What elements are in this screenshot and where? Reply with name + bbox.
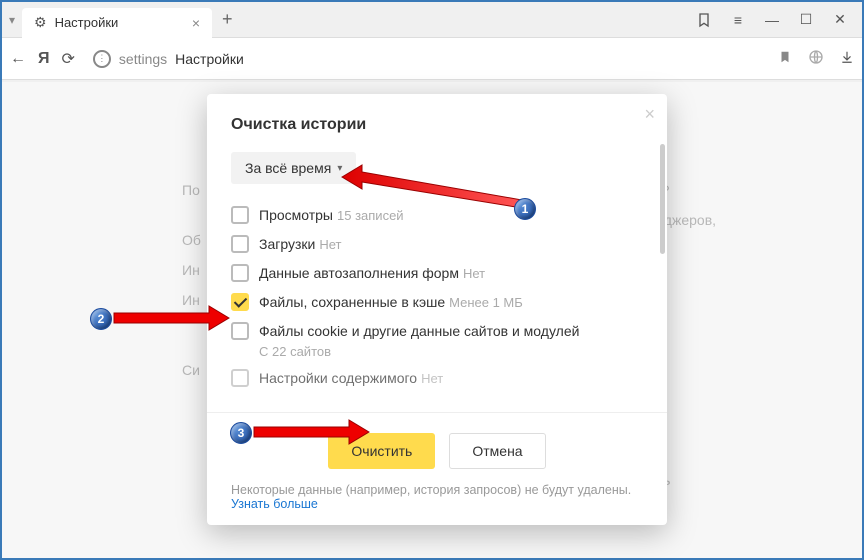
clear-button[interactable]: Очистить xyxy=(328,433,435,469)
option-views[interactable]: Просмотры15 записей xyxy=(231,206,633,225)
bg-text: Ин xyxy=(182,262,200,278)
address-text-2: Настройки xyxy=(175,51,244,67)
yandex-home-button[interactable]: Я xyxy=(38,50,50,68)
checkbox[interactable] xyxy=(231,322,249,340)
bg-text: Об xyxy=(182,232,201,248)
dialog-note: Некоторые данные (например, история запр… xyxy=(207,483,667,525)
gear-icon: ⚙ xyxy=(34,14,47,31)
time-range-label: За всё время xyxy=(245,160,331,176)
dialog-close-button[interactable]: × xyxy=(644,104,655,125)
dialog-scrollbar[interactable] xyxy=(659,144,665,445)
checkbox[interactable] xyxy=(231,264,249,282)
back-button[interactable]: ← xyxy=(10,50,26,68)
cancel-button[interactable]: Отмена xyxy=(449,433,545,469)
site-info-icon[interactable]: ⋮ xyxy=(93,50,111,68)
clear-history-dialog: × Очистка истории За всё время ▾ Просмот… xyxy=(207,94,667,525)
address-text-1: settings xyxy=(119,51,167,67)
reload-button[interactable]: ⟳ xyxy=(62,49,75,69)
tab-stack-icon[interactable]: ▾ xyxy=(2,2,22,37)
option-cache[interactable]: Файлы, сохраненные в кэшеМенее 1 МБ xyxy=(231,293,633,312)
learn-more-link[interactable]: Узнать больше xyxy=(231,497,318,511)
tab-close-icon[interactable]: × xyxy=(192,15,200,31)
clear-options-list: Просмотры15 записей ЗагрузкиНет Данные а… xyxy=(231,206,643,388)
option-cookies-hint: С 22 сайтов xyxy=(259,344,633,359)
bookmark-page-button[interactable] xyxy=(778,50,792,68)
dialog-title: Очистка истории xyxy=(231,116,643,134)
annotation-badge-2: 2 xyxy=(90,308,112,330)
option-content-settings[interactable]: Настройки содержимогоНет xyxy=(231,369,633,388)
address-bar[interactable]: ⋮ settings Настройки xyxy=(87,46,250,72)
bg-text: Ин xyxy=(182,292,200,308)
tab-title: Настройки xyxy=(55,15,119,30)
close-button[interactable]: ✕ xyxy=(826,6,854,34)
bookmarks-button[interactable] xyxy=(690,6,718,34)
checkbox[interactable] xyxy=(231,369,249,387)
translate-button[interactable] xyxy=(808,49,824,69)
checkbox[interactable] xyxy=(231,206,249,224)
maximize-button[interactable]: ☐ xyxy=(792,6,820,34)
chevron-down-icon: ▾ xyxy=(337,163,342,174)
time-range-dropdown[interactable]: За всё время ▾ xyxy=(231,152,356,184)
downloads-button[interactable] xyxy=(840,50,854,68)
checkbox[interactable] xyxy=(231,293,249,311)
window-titlebar: ▾ ⚙ Настройки × + ≡ — ☐ ✕ xyxy=(2,2,862,38)
option-cookies[interactable]: Файлы cookie и другие данные сайтов и мо… xyxy=(231,322,633,340)
annotation-badge-1: 1 xyxy=(514,198,536,220)
menu-button[interactable]: ≡ xyxy=(724,6,752,34)
browser-toolbar: ← Я ⟳ ⋮ settings Настройки xyxy=(2,38,862,80)
checkbox[interactable] xyxy=(231,235,249,253)
new-tab-button[interactable]: + xyxy=(212,9,243,30)
bg-text: Си xyxy=(182,362,200,378)
option-autofill[interactable]: Данные автозаполнения формНет xyxy=(231,264,633,283)
option-downloads[interactable]: ЗагрузкиНет xyxy=(231,235,633,254)
annotation-badge-3: 3 xyxy=(230,422,252,444)
bg-text: По xyxy=(182,182,200,198)
browser-tab[interactable]: ⚙ Настройки × xyxy=(22,8,212,38)
minimize-button[interactable]: — xyxy=(758,6,786,34)
